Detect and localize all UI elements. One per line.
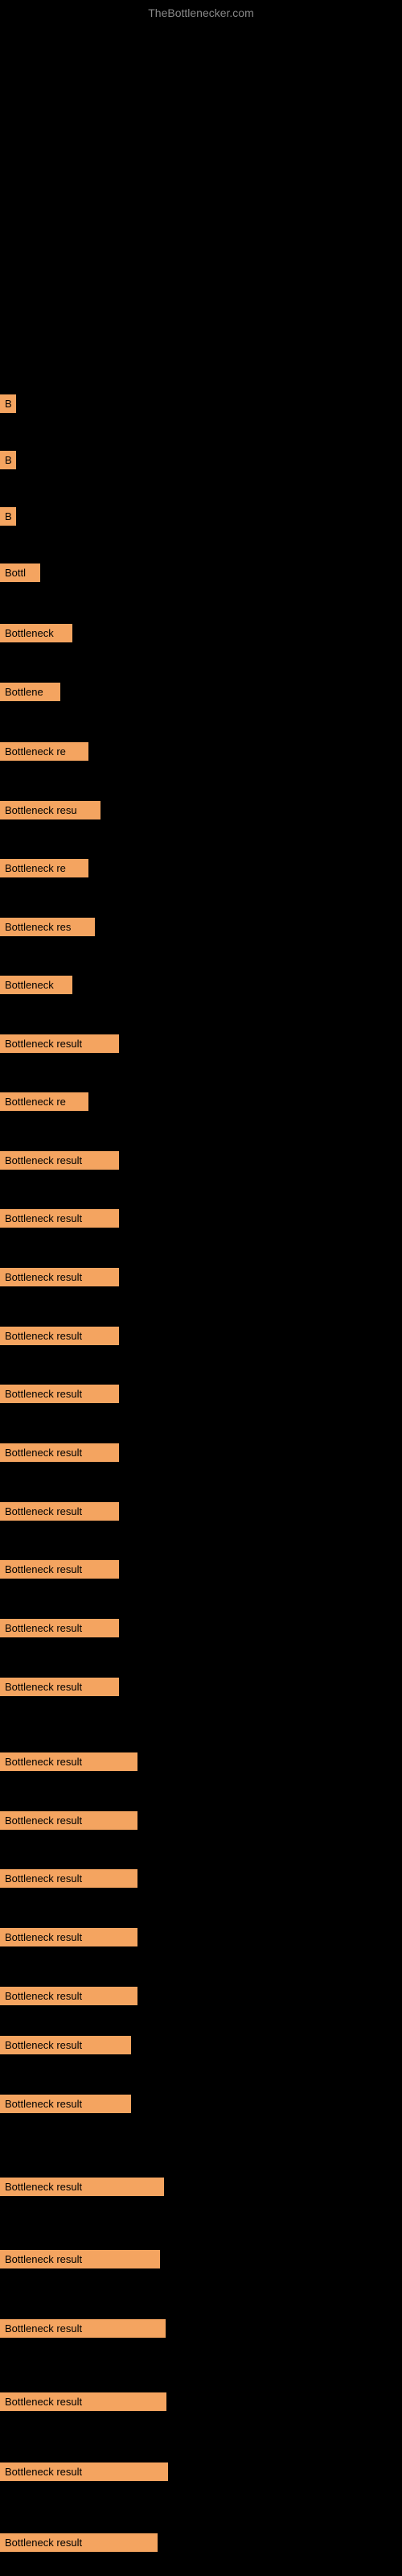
bottleneck-result-item[interactable]: B (0, 451, 16, 469)
bottleneck-result-item[interactable]: B (0, 394, 16, 413)
bottleneck-result-item[interactable]: Bottleneck result (0, 1811, 137, 1830)
bottleneck-result-item[interactable]: Bottleneck result (0, 1268, 119, 1286)
bottleneck-result-item[interactable]: Bottleneck (0, 976, 72, 994)
bottleneck-result-item[interactable]: Bottleneck result (0, 1678, 119, 1696)
bottleneck-result-item[interactable]: Bottleneck result (0, 1502, 119, 1521)
bottleneck-result-item[interactable]: Bottleneck result (0, 1151, 119, 1170)
bottleneck-result-item[interactable]: Bottleneck result (0, 2392, 166, 2411)
bottleneck-result-item[interactable]: Bottleneck result (0, 1560, 119, 1579)
bottleneck-result-item[interactable]: Bottleneck result (0, 2095, 131, 2113)
bottleneck-result-item[interactable]: Bottleneck result (0, 1327, 119, 1345)
bottleneck-result-item[interactable]: Bottleneck res (0, 918, 95, 936)
bottleneck-result-item[interactable]: Bottleneck result (0, 1034, 119, 1053)
site-title: TheBottlenecker.com (148, 6, 254, 19)
bottleneck-result-item[interactable]: Bottleneck result (0, 1619, 119, 1637)
bottleneck-result-item[interactable]: Bottleneck result (0, 2250, 160, 2268)
bottleneck-result-item[interactable]: Bottleneck result (0, 2036, 131, 2054)
bottleneck-result-item[interactable]: Bottleneck result (0, 2178, 164, 2196)
bottleneck-result-item[interactable]: Bottleneck result (0, 1869, 137, 1888)
bottleneck-result-item[interactable]: Bottlene (0, 683, 60, 701)
bottleneck-result-item[interactable]: Bottleneck result (0, 1209, 119, 1228)
bottleneck-result-item[interactable]: Bottleneck result (0, 1443, 119, 1462)
bottleneck-result-item[interactable]: Bottleneck result (0, 1752, 137, 1771)
bottleneck-result-item[interactable]: Bottleneck result (0, 2462, 168, 2481)
bottleneck-result-item[interactable]: Bottleneck re (0, 1092, 88, 1111)
bottleneck-result-item[interactable]: Bottleneck result (0, 2319, 166, 2338)
bottleneck-result-item[interactable]: Bottleneck (0, 624, 72, 642)
bottleneck-result-item[interactable]: Bottl (0, 564, 40, 582)
bottleneck-result-item[interactable]: Bottleneck resu (0, 801, 100, 819)
bottleneck-result-item[interactable]: Bottleneck result (0, 2533, 158, 2552)
bottleneck-result-item[interactable]: Bottleneck result (0, 1987, 137, 2005)
bottleneck-result-item[interactable]: Bottleneck result (0, 1385, 119, 1403)
bottleneck-result-item[interactable]: Bottleneck result (0, 1928, 137, 1946)
bottleneck-result-item[interactable]: B (0, 507, 16, 526)
bottleneck-result-item[interactable]: Bottleneck re (0, 742, 88, 761)
bottleneck-result-item[interactable]: Bottleneck re (0, 859, 88, 877)
